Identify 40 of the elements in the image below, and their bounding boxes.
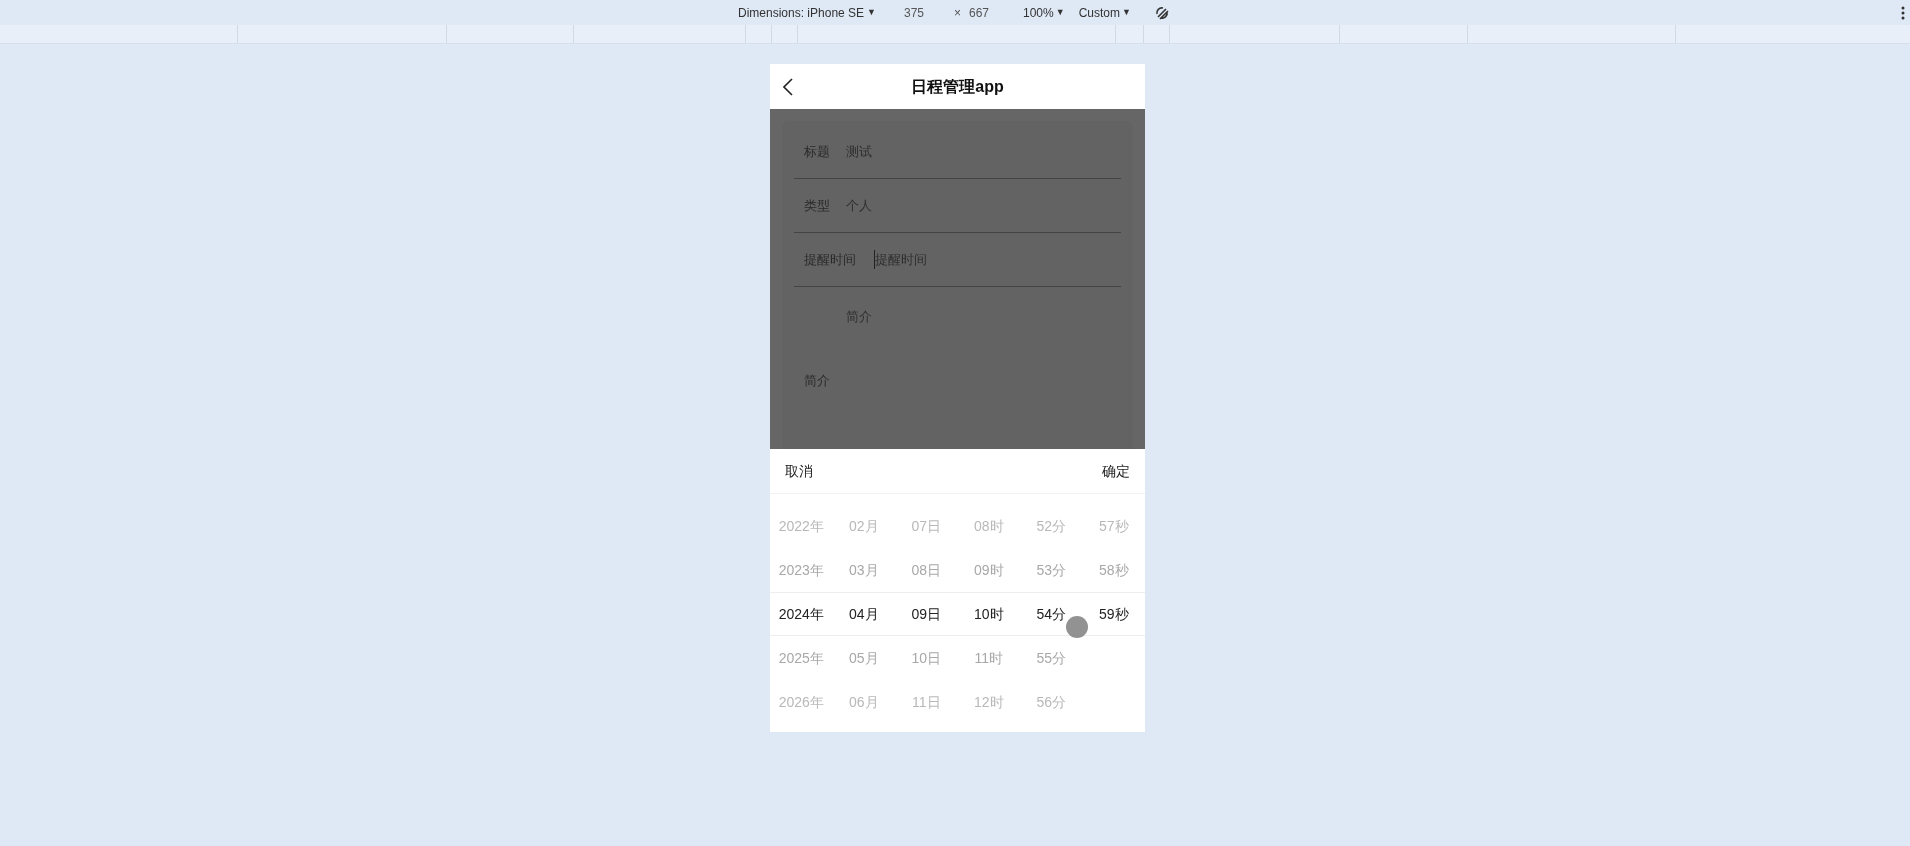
picker-option[interactable]: 54分: [1036, 592, 1067, 636]
picker-option[interactable]: 56分: [1036, 680, 1067, 724]
more-icon[interactable]: [1901, 5, 1905, 20]
picker-option[interactable]: 03月: [848, 548, 879, 592]
picker-option[interactable]: 53分: [1036, 548, 1067, 592]
picker-option[interactable]: 10时: [973, 592, 1004, 636]
zoom-dropdown[interactable]: 100% ▼: [1023, 3, 1065, 22]
height-field[interactable]: 667: [969, 3, 1009, 22]
picker-option[interactable]: 12时: [973, 680, 1004, 724]
width-field[interactable]: 375: [904, 3, 944, 22]
picker-option[interactable]: 08日: [911, 548, 942, 592]
picker-option[interactable]: 11时: [974, 636, 1003, 680]
cancel-button[interactable]: 取消: [785, 460, 813, 482]
picker-option[interactable]: 2023年: [778, 548, 824, 592]
picker-option[interactable]: 2024年: [778, 592, 824, 636]
picker-option[interactable]: 08时: [973, 504, 1004, 548]
picker-option[interactable]: 11日: [911, 680, 941, 724]
picker-option[interactable]: 57秒: [1098, 504, 1129, 548]
picker-option[interactable]: 59秒: [1098, 592, 1129, 636]
app-title: 日程管理app: [911, 76, 1004, 97]
picker-option[interactable]: 07日: [911, 504, 942, 548]
picker-option[interactable]: 06月: [848, 680, 879, 724]
picker-option[interactable]: 52分: [1036, 504, 1067, 548]
picker-option[interactable]: 04月: [848, 592, 879, 636]
picker-option[interactable]: 02月: [848, 504, 879, 548]
throttle-dropdown[interactable]: Custom ▼: [1078, 3, 1131, 22]
picker-option[interactable]: 55分: [1036, 636, 1067, 680]
picker-option[interactable]: 2022年: [778, 504, 824, 548]
picker-option[interactable]: 10日: [911, 636, 942, 680]
picker-option[interactable]: 09时: [973, 548, 1004, 592]
times-sign: ×: [954, 4, 961, 22]
picker-option[interactable]: 2026年: [778, 680, 824, 724]
confirm-button[interactable]: 确定: [1102, 460, 1130, 482]
picker-option[interactable]: 05月: [848, 636, 879, 680]
picker-option[interactable]: 2025年: [778, 636, 824, 680]
back-icon[interactable]: [783, 77, 793, 96]
picker-option[interactable]: 09日: [911, 592, 942, 636]
touch-cursor-icon: [1066, 616, 1088, 638]
device-dropdown[interactable]: Dimensions: iPhone SE ▼: [738, 3, 876, 22]
picker-option[interactable]: 58秒: [1098, 548, 1129, 592]
